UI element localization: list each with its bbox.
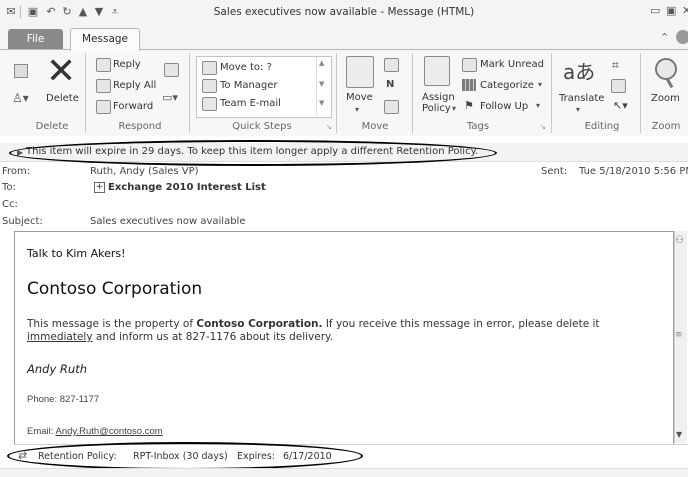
ignore-icon[interactable] xyxy=(14,64,28,78)
disclaimer-company: Contoso Corporation. xyxy=(196,318,323,330)
reply-icon xyxy=(96,58,111,72)
tags-group-label: Tags xyxy=(466,121,490,132)
editing-group-label: Editing xyxy=(584,121,620,132)
disclaimer-line-2: immediately and inform us at 827-1176 ab… xyxy=(27,331,333,343)
move-group-label: Move xyxy=(361,121,389,132)
more-respond-icon[interactable]: ▭▾ xyxy=(162,91,178,104)
sent-value: Tue 5/18/2010 5:56 PM xyxy=(579,166,688,177)
to-value[interactable]: Exchange 2010 Interest List xyxy=(108,182,266,193)
meeting-icon[interactable] xyxy=(164,63,179,77)
quick-step-item[interactable]: Move to: ? xyxy=(220,62,272,73)
delete-button[interactable]: Delete xyxy=(46,93,79,104)
tab-message[interactable]: Message xyxy=(70,28,140,51)
quick-step-item[interactable]: To Manager xyxy=(220,80,278,91)
email-link[interactable]: Andy.Ruth@contoso.com xyxy=(56,426,163,437)
body-greeting: Talk to Kim Akers! xyxy=(27,247,126,260)
scroll-down-arrow-icon[interactable]: ▼ xyxy=(676,430,682,439)
to-manager-icon xyxy=(202,79,217,93)
close-icon[interactable]: ✕ xyxy=(682,4,688,17)
move-dropdown-icon[interactable]: ▾ xyxy=(355,105,359,114)
assign-policy-dropdown-icon[interactable]: ▾ xyxy=(452,104,456,113)
disclaimer-text: and inform us at 827-1176 about its deli… xyxy=(92,331,334,343)
from-value[interactable]: Ruth, Andy (Sales VP) xyxy=(90,166,199,177)
group-divider xyxy=(85,53,86,133)
mark-unread-button[interactable]: Mark Unread xyxy=(480,59,544,70)
group-divider xyxy=(412,53,413,133)
quick-steps-group-label: Quick Steps xyxy=(232,121,292,132)
zoom-button[interactable]: Zoom xyxy=(651,93,680,104)
dialog-launcher-icon[interactable]: ↘ xyxy=(540,123,546,131)
find-icon[interactable]: ⌗ xyxy=(612,58,619,73)
group-divider xyxy=(336,53,337,133)
translate-button[interactable]: Translate xyxy=(559,93,604,104)
translate-dropdown-icon[interactable]: ▾ xyxy=(576,105,580,114)
maximize-icon[interactable]: ▣ xyxy=(666,4,676,17)
to-label: To: xyxy=(2,182,16,193)
ribbon-collapse-icon[interactable]: ⌃ xyxy=(660,31,669,44)
help-icon[interactable] xyxy=(676,30,688,44)
junk-icon[interactable]: ♙▾ xyxy=(12,91,29,105)
cc-label: Cc: xyxy=(2,199,18,210)
window-title: Sales executives now available - Message… xyxy=(213,6,475,18)
categorize-dropdown-icon[interactable]: ▾ xyxy=(538,80,542,89)
related-icon[interactable] xyxy=(611,79,626,93)
mark-unread-icon xyxy=(462,58,477,72)
tab-file[interactable]: File xyxy=(8,29,63,49)
reply-button[interactable]: Reply xyxy=(113,59,141,70)
respond-group-label: Respond xyxy=(118,121,162,132)
scroll-down-icon[interactable]: ▼ xyxy=(319,80,324,88)
from-label: From: xyxy=(2,166,31,177)
group-divider xyxy=(551,53,552,133)
disclaimer-text: If you receive this message in error, pl… xyxy=(322,318,600,330)
quick-step-item[interactable]: Team E-mail xyxy=(220,98,281,109)
disclaimer-line-1: This message is the property of Contoso … xyxy=(27,318,600,330)
assign-policy-button-line2[interactable]: Policy xyxy=(422,103,451,114)
zoom-group-label: Zoom xyxy=(651,121,681,132)
translate-icon: aあ xyxy=(563,60,596,84)
delete-x-icon[interactable]: ✕ xyxy=(46,52,76,92)
rules-icon[interactable] xyxy=(384,58,399,72)
sent-label: Sent: xyxy=(541,166,568,177)
signature-name: Andy Ruth xyxy=(27,362,87,376)
subject-value: Sales executives now available xyxy=(90,216,246,227)
signature-phone: Phone: 827-1177 xyxy=(27,394,100,405)
actions-icon[interactable] xyxy=(384,100,399,114)
expand-list-icon[interactable]: + xyxy=(94,182,105,193)
follow-up-button[interactable]: Follow Up xyxy=(480,101,528,112)
people-pane-icon[interactable]: ⚇ xyxy=(675,235,684,246)
scroll-thumb-grip-icon[interactable]: ≡ xyxy=(675,330,683,340)
annotation-oval xyxy=(9,140,497,166)
scroll-up-icon[interactable]: ▲ xyxy=(319,59,324,67)
subject-label: Subject: xyxy=(2,216,43,227)
categorize-icon xyxy=(462,79,476,91)
onenote-icon[interactable]: N xyxy=(386,79,394,90)
follow-up-flag-icon: ⚑ xyxy=(464,99,474,112)
minimize-icon[interactable]: ▭ xyxy=(650,4,660,17)
company-heading: Contoso Corporation xyxy=(27,279,203,299)
disclaimer-link[interactable]: immediately xyxy=(27,331,93,343)
team-email-icon xyxy=(202,97,217,111)
email-label: Email: xyxy=(27,426,56,437)
move-to-icon xyxy=(202,61,217,75)
group-divider xyxy=(640,53,641,133)
forward-icon xyxy=(96,100,111,114)
forward-button[interactable]: Forward xyxy=(113,101,153,112)
move-button[interactable]: Move xyxy=(346,92,373,103)
annotation-oval xyxy=(7,442,363,470)
dialog-launcher-icon[interactable]: ↘ xyxy=(326,123,332,131)
reply-all-button[interactable]: Reply All xyxy=(113,80,156,91)
group-divider xyxy=(189,53,190,133)
move-icon xyxy=(346,56,374,88)
gallery-more-icon[interactable]: ▼ xyxy=(319,99,324,107)
zoom-icon xyxy=(655,58,677,80)
follow-up-dropdown-icon[interactable]: ▾ xyxy=(536,101,540,110)
disclaimer-text: This message is the property of xyxy=(27,318,197,330)
categorize-button[interactable]: Categorize xyxy=(480,80,534,91)
assign-policy-icon xyxy=(424,56,450,86)
assign-policy-button[interactable]: Assign xyxy=(422,92,455,103)
delete-group-label: Delete xyxy=(35,121,69,132)
reply-all-icon xyxy=(96,79,111,93)
signature-email: Email: Andy.Ruth@contoso.com xyxy=(27,426,163,437)
select-icon[interactable]: ↖▾ xyxy=(613,99,628,112)
